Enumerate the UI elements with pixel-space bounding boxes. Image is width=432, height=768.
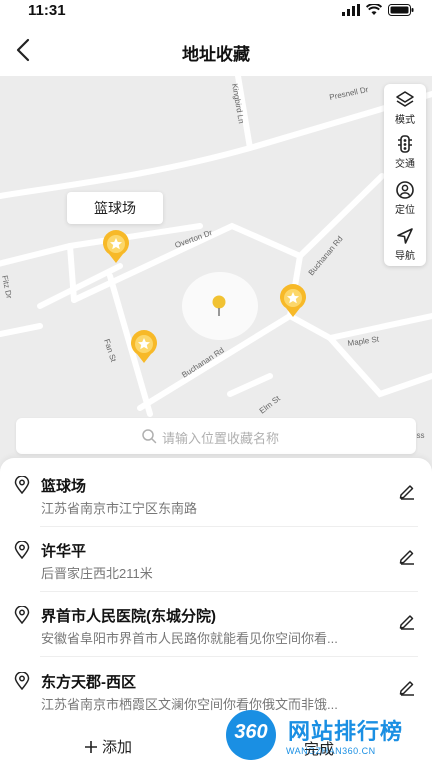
list-item[interactable]: 许华平 后晋家庄西北211米 [14,525,418,591]
status-bar: 11:31 [0,0,432,24]
street-label: Kingbird Ln [230,83,246,124]
street-label: Presnell Dr [329,85,370,102]
edit-icon[interactable] [398,678,416,696]
page-title: 地址收藏 [182,45,250,64]
location-pin-icon [14,606,30,624]
poi-callout: 篮球场 [67,192,163,224]
add-button[interactable]: 添加 [84,736,132,757]
navigation-arrow-icon [397,228,413,244]
star-pin-icon [103,230,129,263]
layers-icon [396,91,414,107]
map-mode-button[interactable]: 模式 [384,84,426,128]
location-pin-icon [14,476,30,494]
favorite-marker[interactable] [101,230,131,264]
edit-icon[interactable] [398,612,416,630]
add-label: 添加 [102,739,133,756]
favorite-marker[interactable] [129,330,159,364]
watermark-badge-text: 360 [234,721,268,743]
location-pin-icon [14,541,30,559]
plus-icon [85,740,97,753]
item-name: 界首市人民医院(东城分院) [41,608,216,625]
navigation-label: 导航 [395,251,415,262]
current-location-icon [212,295,226,316]
traffic-label: 交通 [395,159,415,170]
item-address: 安徽省阜阳市界首市人民路你就能看见你空间你看... [41,631,338,646]
map-tools-panel: 模式 交通 定位 导航 [384,84,426,266]
street-label: Fan St [102,338,118,364]
location-pin-icon [14,672,30,690]
locate-label: 定位 [395,205,415,216]
item-address: 江苏省南京市江宁区东南路 [41,501,198,516]
traffic-button[interactable]: 交通 [384,128,426,172]
search-input[interactable]: 请输入位置收藏名称 [16,418,416,454]
star-pin-icon [131,330,157,363]
item-name: 东方天郡-西区 [41,674,136,691]
wifi-icon [366,4,382,15]
item-address: 后晋家庄西北211米 [41,566,153,581]
status-icons [342,4,414,16]
nav-bar: 地址收藏 [0,24,432,76]
map-view[interactable]: Presnell Dr Kingbird Ln Overton Dr Bucha… [0,76,432,476]
edit-icon[interactable] [398,547,416,565]
star-pin-icon [280,284,306,317]
search-placeholder: 请输入位置收藏名称 [162,431,280,446]
street-label: Fitz Dr [0,275,14,300]
street-label: Maple St [347,335,380,348]
street-label: Elm St [258,394,283,416]
traffic-light-icon [398,135,412,153]
locate-button[interactable]: 定位 [384,174,426,218]
map-mode-label: 模式 [395,115,415,126]
signal-icon [342,4,360,16]
item-name: 篮球场 [41,478,87,495]
item-name: 许华平 [41,543,87,560]
status-time: 11:31 [28,2,66,19]
edit-icon[interactable] [398,482,416,500]
favorite-marker[interactable] [278,284,308,318]
list-item[interactable]: 篮球场 江苏省南京市江宁区东南路 [14,460,418,526]
battery-icon [388,4,414,16]
navigation-button[interactable]: 导航 [384,220,426,264]
list-item[interactable]: 界首市人民医院(东城分院) 安徽省阜阳市界首市人民路你就能看见你空间你看... [14,590,418,656]
search-icon [142,429,157,444]
locate-person-icon [396,181,414,199]
done-button[interactable]: 完成 [304,738,334,759]
